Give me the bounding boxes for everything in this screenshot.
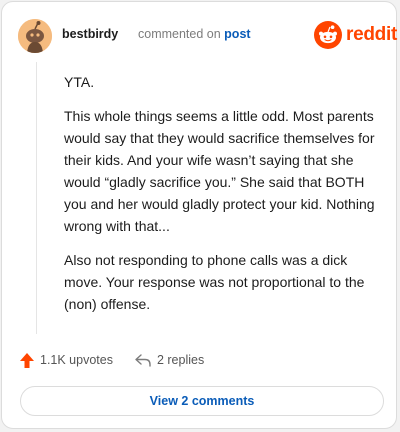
thread-line[interactable]: [36, 62, 37, 334]
view-comments-button[interactable]: View 2 comments: [20, 386, 384, 416]
comment-body: YTA. This whole things seems a little od…: [64, 71, 382, 327]
user-avatar[interactable]: [18, 19, 52, 53]
reply-count: 2 replies: [156, 353, 205, 367]
reddit-wordmark: reddit: [346, 24, 397, 45]
comment-paragraph: Also not responding to phone calls was a…: [64, 252, 365, 312]
reddit-logo-icon: [314, 21, 342, 49]
comment-actions: 1.1K upvotes 2 replies: [20, 350, 204, 370]
post-link[interactable]: post: [224, 27, 250, 41]
upvote-button[interactable]: 1.1K upvotes: [20, 352, 113, 368]
reddit-brand[interactable]: reddit: [314, 21, 397, 49]
comment-paragraph: This whole things seems a little odd. Mo…: [64, 108, 375, 234]
reply-arrow-icon: [135, 353, 151, 367]
comment-card: bestbirdy commented on post reddit YTA. …: [1, 1, 397, 429]
upvote-arrow-icon: [20, 352, 34, 368]
comment-username[interactable]: bestbirdy: [62, 27, 118, 41]
comment-paragraph: YTA.: [64, 74, 95, 90]
replies-button[interactable]: 2 replies: [135, 353, 204, 367]
upvote-count: 1.1K upvotes: [40, 353, 113, 367]
comment-meta: commented on post: [138, 27, 251, 41]
meta-action-text: commented on: [138, 27, 221, 41]
snoo-avatar-icon: [18, 19, 52, 53]
